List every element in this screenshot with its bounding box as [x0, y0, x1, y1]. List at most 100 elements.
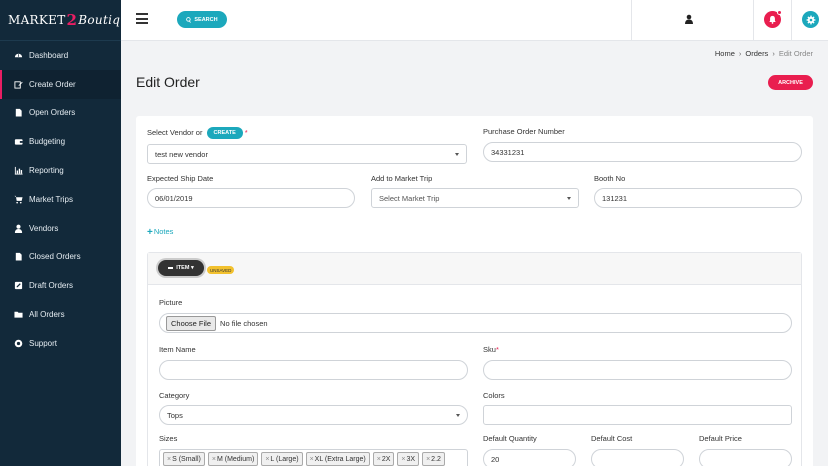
topbar: SEARCH	[121, 0, 828, 41]
sidebar-item-label: Budgeting	[29, 137, 66, 147]
breadcrumb: Home › Orders › Edit Order	[714, 49, 813, 58]
size-tag-label: S (Small)	[172, 455, 201, 463]
brand-text: MARKET	[8, 13, 66, 27]
size-tag-label: 3X	[406, 455, 416, 463]
item-panel-header: ITEM ▾ UNSAVED	[148, 253, 801, 285]
default-price-label: Default Price	[699, 434, 742, 443]
topbar-divider	[631, 0, 632, 41]
notifications-button[interactable]	[764, 10, 782, 28]
market-trip-placeholder: Select Market Trip	[379, 193, 440, 203]
page-title: Edit Order	[136, 74, 200, 90]
remove-tag-icon[interactable]: ×	[265, 456, 269, 463]
po-number-input[interactable]: 34331231	[483, 142, 802, 162]
remove-tag-icon[interactable]: ×	[377, 456, 381, 463]
category-select[interactable]: Tops	[159, 405, 468, 425]
search-icon	[186, 16, 192, 23]
sidebar-item-reporting[interactable]: Reporting	[0, 156, 121, 185]
sku-label-text: Sku	[483, 345, 496, 354]
search-button[interactable]: SEARCH	[177, 11, 227, 28]
sku-input[interactable]	[483, 360, 792, 380]
sidebar-item-vendors[interactable]: Vendors	[0, 214, 121, 243]
item-name-input[interactable]	[159, 360, 468, 380]
booth-number-input[interactable]: 131231	[594, 188, 802, 208]
size-tag-label: 2X	[381, 455, 391, 463]
booth-number-value: 131231	[602, 193, 628, 203]
hamburger-menu-icon[interactable]	[136, 13, 148, 25]
vendor-select-value: test new vendor	[155, 149, 208, 159]
size-tag: × 3X	[397, 452, 420, 466]
default-cost-input[interactable]	[591, 449, 684, 466]
settings-button[interactable]	[802, 11, 819, 28]
dashboard-icon	[13, 50, 23, 60]
sidebar-item-label: Vendors	[29, 223, 59, 233]
size-tag: × S (Small)	[163, 452, 205, 466]
sidebar-item-open-orders[interactable]: Open Orders	[0, 99, 121, 128]
gear-icon	[806, 15, 815, 24]
sidebar-item-label: Market Trips	[29, 194, 74, 204]
default-quantity-label: Default Quantity	[483, 434, 537, 443]
sidebar-nav: Dashboard Create Order Open Orders Budgetin…	[0, 41, 121, 358]
folder-icon	[13, 310, 23, 320]
sizes-tag-input[interactable]: × S (Small) × M (Medium) × L (Large) × XL (Extr…	[159, 449, 468, 466]
user-icon	[13, 223, 23, 233]
status-badge: UNSAVED	[207, 266, 235, 274]
user-icon[interactable]	[684, 14, 694, 24]
default-price-input[interactable]	[699, 449, 792, 466]
notes-link[interactable]: +Notes	[147, 227, 173, 238]
sidebar-item-closed-orders[interactable]: Closed Orders	[0, 243, 121, 272]
cart-icon	[13, 194, 23, 204]
colors-label: Colors	[483, 391, 505, 400]
sidebar-item-all-orders[interactable]: All Orders	[0, 300, 121, 329]
sidebar-item-dashboard[interactable]: Dashboard	[0, 41, 121, 70]
category-value: Tops	[167, 410, 183, 420]
booth-label: Booth No	[594, 174, 626, 183]
remove-tag-icon[interactable]: ×	[212, 456, 216, 463]
item-collapse-button[interactable]: ITEM ▾	[158, 260, 204, 276]
brand-logo[interactable]: MARKET 2 Boutique	[0, 0, 135, 41]
sidebar-item-draft-orders[interactable]: Draft Orders	[0, 271, 121, 300]
sidebar-item-label: Reporting	[29, 166, 64, 176]
breadcrumb-home[interactable]: Home	[715, 49, 735, 58]
size-tag-label: 2.2	[431, 455, 441, 463]
item-panel: ITEM ▾ UNSAVED Picture Choose File No fi…	[147, 252, 802, 466]
notes-label: Notes	[153, 227, 174, 236]
item-name-label: Item Name	[159, 345, 196, 354]
po-number-value: 34331231	[491, 147, 525, 157]
size-tag: × 2.2	[422, 452, 445, 466]
colors-input[interactable]	[483, 405, 792, 425]
sidebar-item-create-order[interactable]: Create Order	[0, 69, 121, 99]
picture-file-input[interactable]: Choose File No file chosen	[159, 313, 792, 333]
vendor-select[interactable]: test new vendor	[147, 144, 467, 164]
archive-button[interactable]: ARCHIVE	[768, 75, 813, 90]
lifebuoy-icon	[13, 338, 23, 348]
breadcrumb-orders[interactable]: Orders	[745, 49, 768, 58]
default-quantity-input[interactable]: 20	[483, 449, 576, 466]
sidebar-item-budgeting[interactable]: Budgeting	[0, 127, 121, 156]
topbar-divider	[753, 0, 754, 41]
sidebar-item-market-trips[interactable]: Market Trips	[0, 185, 121, 214]
bell-icon	[769, 15, 776, 24]
remove-tag-icon[interactable]: ×	[401, 456, 405, 463]
sidebar-item-label: Open Orders	[29, 108, 76, 118]
sidebar-item-support[interactable]: Support	[0, 329, 121, 358]
size-tag: × M (Medium)	[207, 452, 259, 466]
remove-tag-icon[interactable]: ×	[310, 456, 314, 463]
remove-tag-icon[interactable]: ×	[167, 456, 171, 463]
edit-icon	[13, 79, 23, 89]
choose-file-button[interactable]: Choose File	[166, 315, 217, 331]
ship-date-label: Expected Ship Date	[147, 174, 214, 183]
market-trip-select[interactable]: Select Market Trip	[371, 188, 579, 208]
file-icon	[13, 252, 23, 262]
chart-icon	[13, 166, 23, 176]
default-quantity-value: 20	[491, 454, 500, 464]
ship-date-input[interactable]: 06/01/2019	[147, 188, 355, 208]
size-tag-label: M (Medium)	[216, 455, 255, 463]
sidebar-item-label: Dashboard	[29, 50, 69, 60]
sidebar-item-label: Draft Orders	[29, 281, 74, 291]
size-tag-label: L (Large)	[270, 455, 299, 463]
minus-icon	[168, 267, 174, 269]
create-vendor-button[interactable]: CREATE	[206, 127, 243, 139]
sidebar-item-label: Closed Orders	[29, 252, 81, 262]
remove-tag-icon[interactable]: ×	[426, 456, 430, 463]
breadcrumb-current: Edit Order	[778, 49, 813, 58]
